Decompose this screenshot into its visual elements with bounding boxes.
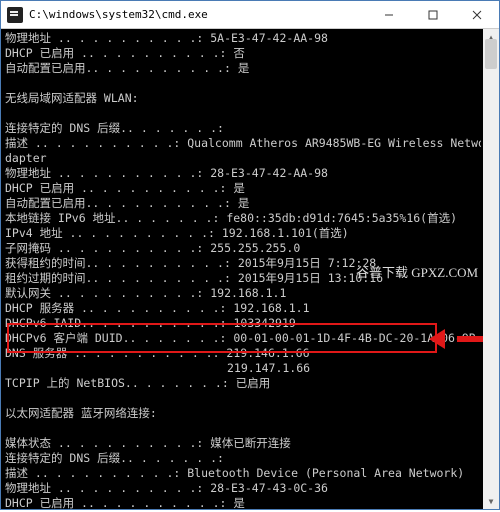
vertical-scrollbar[interactable]: ▲ ▼ (483, 29, 499, 509)
minimize-button[interactable] (367, 1, 411, 29)
maximize-button[interactable] (411, 1, 455, 29)
window-title: C:\windows\system32\cmd.exe (29, 8, 367, 21)
cmd-icon (7, 7, 23, 23)
titlebar[interactable]: C:\windows\system32\cmd.exe (1, 1, 499, 29)
terminal-area[interactable]: 物理地址 .. . . . . . . . . .: 5A-E3-47-42-A… (1, 29, 499, 509)
scroll-thumb[interactable] (485, 39, 497, 69)
close-button[interactable] (455, 1, 499, 29)
terminal-output: 物理地址 .. . . . . . . . . .: 5A-E3-47-42-A… (1, 29, 499, 509)
cmd-window: C:\windows\system32\cmd.exe 物理地址 .. . . … (0, 0, 500, 510)
scroll-down-arrow[interactable]: ▼ (483, 493, 499, 509)
